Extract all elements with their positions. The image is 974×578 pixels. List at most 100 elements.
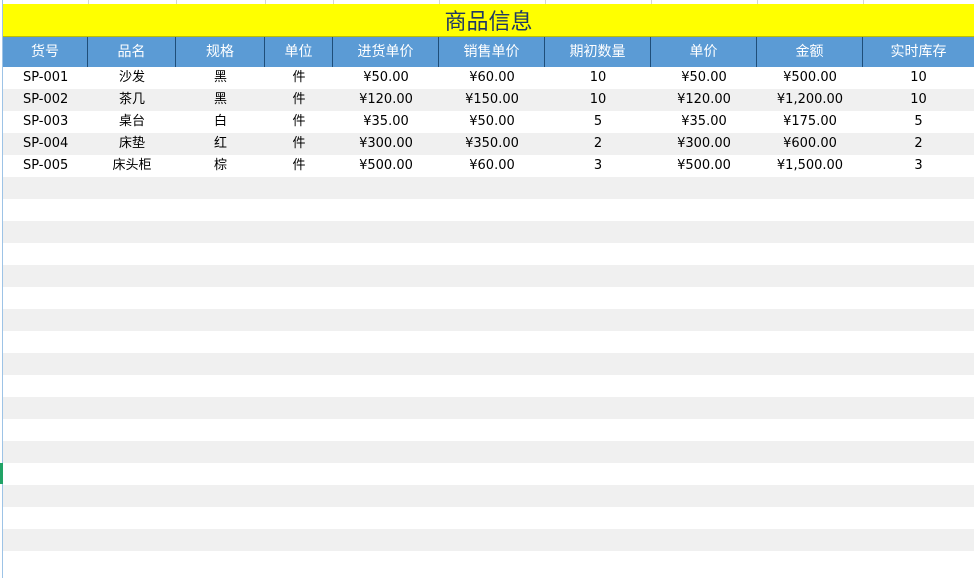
table-cell[interactable]: 白 xyxy=(176,111,265,133)
table-cell[interactable] xyxy=(265,265,333,287)
table-cell[interactable]: 5 xyxy=(545,111,651,133)
table-cell[interactable] xyxy=(863,375,974,397)
table-cell[interactable] xyxy=(333,463,439,485)
table-cell[interactable] xyxy=(333,353,439,375)
table-cell[interactable] xyxy=(651,265,757,287)
table-cell[interactable] xyxy=(439,199,545,221)
table-cell[interactable] xyxy=(545,265,651,287)
table-cell[interactable] xyxy=(3,463,88,485)
table-cell[interactable] xyxy=(651,485,757,507)
table-cell[interactable] xyxy=(88,221,176,243)
table-cell[interactable] xyxy=(863,177,974,199)
table-cell[interactable] xyxy=(651,529,757,551)
table-cell[interactable]: ¥300.00 xyxy=(333,133,439,155)
table-cell[interactable] xyxy=(863,419,974,441)
table-cell[interactable] xyxy=(439,551,545,573)
table-cell[interactable]: ¥1,200.00 xyxy=(757,89,863,111)
table-cell[interactable] xyxy=(757,397,863,419)
table-cell[interactable] xyxy=(757,265,863,287)
table-cell[interactable]: ¥50.00 xyxy=(439,111,545,133)
table-cell[interactable] xyxy=(651,463,757,485)
table-cell[interactable] xyxy=(176,551,265,573)
table-cell[interactable] xyxy=(3,551,88,573)
table-cell[interactable]: ¥50.00 xyxy=(333,67,439,89)
table-cell[interactable]: ¥175.00 xyxy=(757,111,863,133)
table-cell[interactable] xyxy=(176,177,265,199)
table-cell[interactable]: 3 xyxy=(863,155,974,177)
table-cell[interactable]: ¥350.00 xyxy=(439,133,545,155)
table-cell[interactable] xyxy=(176,441,265,463)
table-cell[interactable] xyxy=(863,353,974,375)
table-cell[interactable] xyxy=(439,265,545,287)
table-cell[interactable]: 黑 xyxy=(176,67,265,89)
table-cell[interactable] xyxy=(545,397,651,419)
table-cell[interactable] xyxy=(265,199,333,221)
table-cell[interactable] xyxy=(3,375,88,397)
table-cell[interactable] xyxy=(863,243,974,265)
table-cell[interactable] xyxy=(176,463,265,485)
table-cell[interactable] xyxy=(757,419,863,441)
table-cell[interactable] xyxy=(88,397,176,419)
table-cell[interactable]: 件 xyxy=(265,133,333,155)
table-cell[interactable]: 床垫 xyxy=(88,133,176,155)
table-cell[interactable] xyxy=(651,199,757,221)
table-cell[interactable] xyxy=(863,463,974,485)
table-cell[interactable]: ¥35.00 xyxy=(333,111,439,133)
sheet-title-cell[interactable]: 商品信息 xyxy=(3,4,974,37)
table-cell[interactable] xyxy=(88,375,176,397)
table-cell[interactable]: ¥300.00 xyxy=(651,133,757,155)
table-cell[interactable] xyxy=(3,221,88,243)
table-cell[interactable]: SP-005 xyxy=(3,155,88,177)
table-cell[interactable] xyxy=(439,529,545,551)
table-cell[interactable]: 3 xyxy=(545,155,651,177)
table-cell[interactable] xyxy=(863,441,974,463)
table-cell[interactable] xyxy=(863,397,974,419)
table-cell[interactable] xyxy=(333,331,439,353)
table-cell[interactable] xyxy=(3,441,88,463)
table-cell[interactable] xyxy=(176,375,265,397)
table-cell[interactable] xyxy=(88,463,176,485)
table-cell[interactable] xyxy=(863,485,974,507)
table-cell[interactable] xyxy=(265,309,333,331)
table-cell[interactable] xyxy=(265,221,333,243)
table-cell[interactable] xyxy=(88,353,176,375)
table-cell[interactable] xyxy=(333,375,439,397)
table-cell[interactable] xyxy=(333,177,439,199)
table-cell[interactable] xyxy=(176,353,265,375)
table-cell[interactable] xyxy=(265,243,333,265)
table-cell[interactable] xyxy=(265,397,333,419)
table-cell[interactable]: 棕 xyxy=(176,155,265,177)
table-cell[interactable] xyxy=(863,507,974,529)
table-cell[interactable]: 10 xyxy=(863,67,974,89)
table-cell[interactable] xyxy=(757,177,863,199)
table-cell[interactable] xyxy=(863,529,974,551)
table-cell[interactable] xyxy=(439,221,545,243)
table-cell[interactable]: ¥35.00 xyxy=(651,111,757,133)
table-cell[interactable] xyxy=(545,309,651,331)
table-cell[interactable] xyxy=(3,397,88,419)
table-cell[interactable] xyxy=(651,441,757,463)
table-cell[interactable] xyxy=(265,485,333,507)
table-cell[interactable]: 件 xyxy=(265,67,333,89)
table-cell[interactable] xyxy=(757,463,863,485)
table-cell[interactable]: ¥500.00 xyxy=(757,67,863,89)
table-cell[interactable] xyxy=(863,331,974,353)
table-cell[interactable] xyxy=(757,353,863,375)
table-cell[interactable] xyxy=(439,463,545,485)
table-cell[interactable] xyxy=(651,397,757,419)
column-header[interactable]: 单位 xyxy=(265,37,333,67)
table-cell[interactable] xyxy=(545,287,651,309)
table-cell[interactable] xyxy=(757,375,863,397)
table-cell[interactable]: 2 xyxy=(863,133,974,155)
table-cell[interactable]: ¥120.00 xyxy=(651,89,757,111)
table-cell[interactable] xyxy=(757,199,863,221)
table-cell[interactable] xyxy=(333,243,439,265)
table-cell[interactable]: 5 xyxy=(863,111,974,133)
table-cell[interactable] xyxy=(265,375,333,397)
table-cell[interactable] xyxy=(176,287,265,309)
column-header[interactable]: 品名 xyxy=(88,37,176,67)
table-cell[interactable] xyxy=(545,551,651,573)
table-cell[interactable] xyxy=(545,507,651,529)
table-cell[interactable] xyxy=(88,529,176,551)
table-cell[interactable] xyxy=(3,265,88,287)
